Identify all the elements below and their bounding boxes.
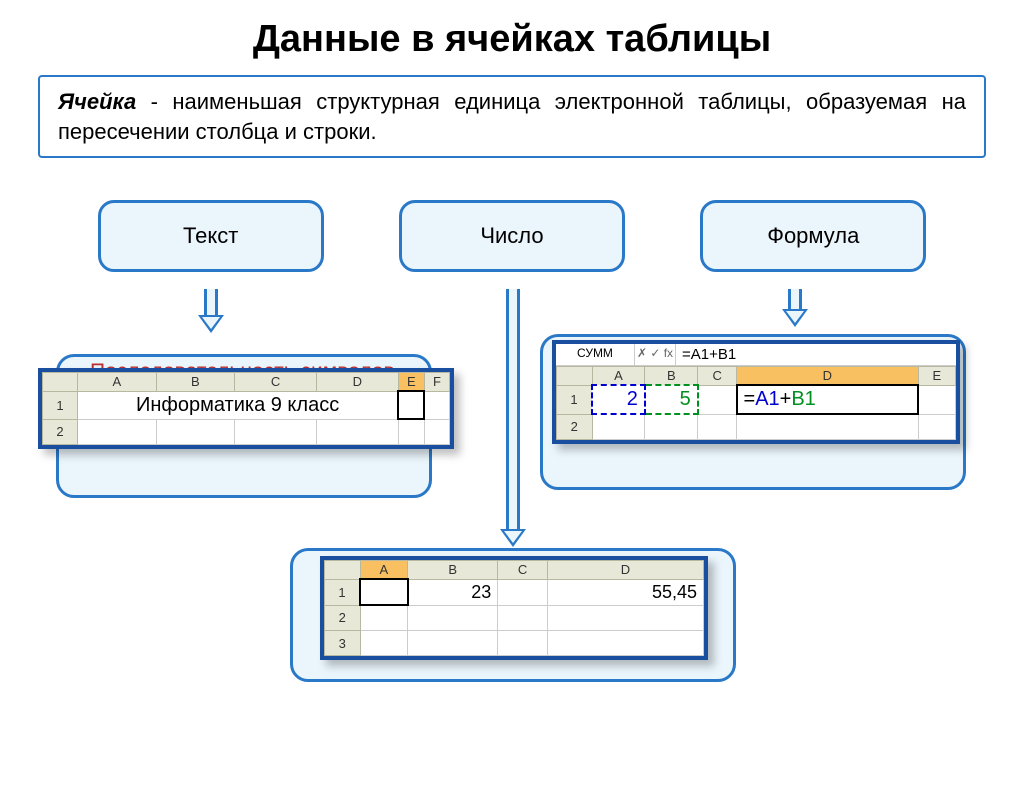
col-header: B — [156, 373, 235, 392]
formula-bar-content: =A1+B1 — [676, 344, 956, 365]
cell — [737, 414, 919, 440]
formula-bar: СУММ ✗ ✓ fx =A1+B1 — [556, 344, 956, 366]
cell-b1: 5 — [645, 385, 698, 414]
col-header: F — [424, 373, 449, 392]
cell — [360, 605, 408, 631]
name-box: СУММ — [556, 344, 635, 365]
col-header: A — [78, 373, 157, 392]
cell-b1: 23 — [408, 579, 498, 605]
definition-box: Ячейка - наименьшая структурная единица … — [38, 75, 986, 158]
col-header: D — [316, 373, 398, 392]
excel-text-snippet: A B C D E F 1 Информатика 9 класс 2 — [38, 368, 454, 449]
col-header: A — [360, 561, 408, 580]
cell — [408, 631, 498, 656]
cell — [498, 579, 547, 605]
cell — [78, 419, 157, 445]
cell — [498, 605, 547, 631]
arrow-number — [506, 289, 520, 547]
type-number-box: Число — [399, 200, 625, 272]
cell — [156, 419, 235, 445]
cell — [498, 631, 547, 656]
excel-number-grid: A B C D 1 23 55,45 2 3 — [324, 560, 704, 656]
col-header: C — [498, 561, 547, 580]
cell — [547, 631, 703, 656]
col-header: D — [737, 367, 919, 386]
type-text-box: Текст — [98, 200, 324, 272]
active-cell — [398, 391, 424, 419]
cell — [592, 414, 645, 440]
cell — [547, 605, 703, 631]
col-header: C — [698, 367, 737, 386]
row-header: 3 — [325, 631, 361, 656]
cell — [698, 385, 737, 414]
cell — [235, 419, 317, 445]
cell-d1-formula: =A1+B1 — [737, 385, 919, 414]
definition-term: Ячейка — [58, 89, 136, 114]
type-formula-label: Формула — [767, 223, 859, 249]
col-header: B — [408, 561, 498, 580]
types-row: Текст Число Формула — [0, 200, 1024, 272]
excel-number-snippet: A B C D 1 23 55,45 2 3 — [320, 556, 708, 660]
row-header: 1 — [325, 579, 361, 605]
cell — [918, 385, 955, 414]
merged-text-cell: Информатика 9 класс — [78, 391, 399, 419]
col-header: D — [547, 561, 703, 580]
row-header: 2 — [325, 605, 361, 631]
type-number-label: Число — [480, 223, 543, 249]
cell-a1: 2 — [592, 385, 645, 414]
cell — [424, 391, 449, 419]
arrow-formula — [788, 289, 802, 327]
row-header: 2 — [557, 414, 593, 440]
definition-text: - наименьшая структурная единица электро… — [58, 89, 966, 144]
corner-cell — [557, 367, 593, 386]
row-header: 1 — [557, 385, 593, 414]
cell-d1: 55,45 — [547, 579, 703, 605]
excel-text-grid: A B C D E F 1 Информатика 9 класс 2 — [42, 372, 450, 445]
type-formula-box: Формула — [700, 200, 926, 272]
corner-cell — [325, 561, 361, 580]
col-header: C — [235, 373, 317, 392]
row-header: 1 — [43, 391, 78, 419]
cell — [424, 419, 449, 445]
col-header: A — [592, 367, 645, 386]
cell — [398, 419, 424, 445]
cell-a1 — [360, 579, 408, 605]
excel-formula-grid: A B C D E 1 2 5 =A1+B1 2 — [556, 366, 956, 440]
corner-cell — [43, 373, 78, 392]
excel-formula-snippet: СУММ ✗ ✓ fx =A1+B1 A B C D E 1 2 5 =A1+B… — [552, 340, 960, 444]
type-text-label: Текст — [183, 223, 238, 249]
row-header: 2 — [43, 419, 78, 445]
cell — [360, 631, 408, 656]
col-header: E — [398, 373, 424, 392]
cell — [645, 414, 698, 440]
cell — [698, 414, 737, 440]
cell — [918, 414, 955, 440]
col-header: E — [918, 367, 955, 386]
col-header: B — [645, 367, 698, 386]
formula-buttons: ✗ ✓ fx — [635, 344, 676, 365]
cell — [408, 605, 498, 631]
page-title: Данные в ячейках таблицы — [0, 18, 1024, 61]
cell — [316, 419, 398, 445]
arrow-text — [204, 289, 218, 333]
